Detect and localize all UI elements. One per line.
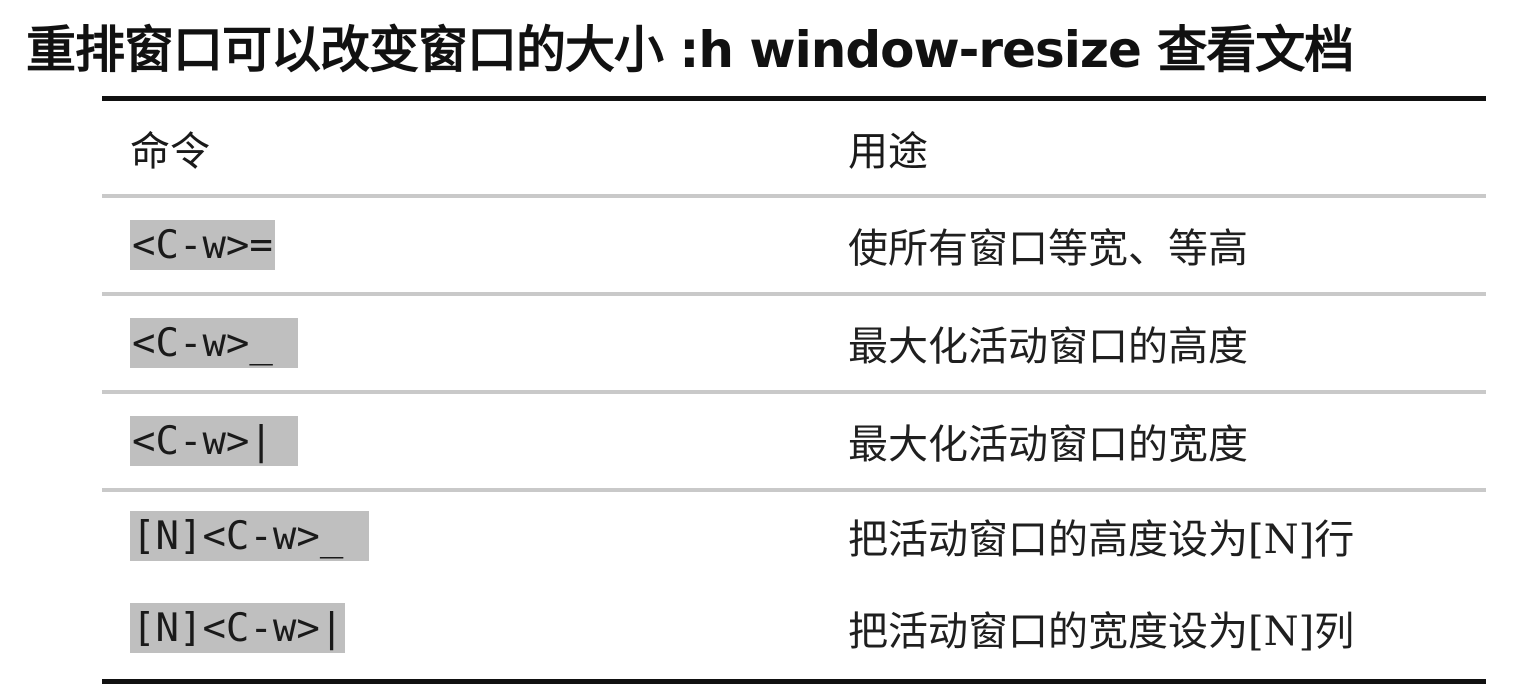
header-purpose-label: 用途 <box>848 128 928 175</box>
command-cell: <C-w>| <box>130 394 299 488</box>
command-code: [N]<C-w>| <box>130 603 346 653</box>
purpose-cell: 把活动窗口的宽度设为[N]列 <box>848 580 1354 676</box>
command-cell: <C-w>_ <box>130 296 299 390</box>
header-command-label: 命令 <box>130 128 210 175</box>
command-cell: [N]<C-w>_ <box>130 492 369 580</box>
purpose-cell: 最大化活动窗口的宽度 <box>848 394 1248 488</box>
command-code: <C-w>= <box>130 220 275 270</box>
command-cell: [N]<C-w>| <box>130 580 346 676</box>
command-code: <C-w>| <box>130 416 299 466</box>
window-resize-commands-table: 命令 用途 <C-w>= 使所有窗口等宽、等高 <C-w>_ 最大化活动窗口的高… <box>102 96 1486 686</box>
purpose-text: 使所有窗口等宽、等高 <box>848 226 1248 272</box>
command-code: [N]<C-w>_ <box>130 511 369 561</box>
purpose-text: 把活动窗口的宽度设为[N]列 <box>848 609 1355 655</box>
table-row: <C-w>= 使所有窗口等宽、等高 <box>102 198 1486 292</box>
purpose-text: 最大化活动窗口的高度 <box>848 324 1248 370</box>
command-code: <C-w>_ <box>130 318 299 368</box>
table-row: [N]<C-w>| 把活动窗口的宽度设为[N]列 <box>102 580 1486 676</box>
purpose-text: 最大化活动窗口的宽度 <box>848 422 1248 468</box>
command-cell: <C-w>= <box>130 198 275 292</box>
purpose-cell: 最大化活动窗口的高度 <box>848 296 1248 390</box>
page-title: 重排窗口可以改变窗口的大小 :h window-resize 查看文档 <box>26 21 1354 79</box>
table-header-row: 命令 用途 <box>102 101 1486 194</box>
purpose-cell: 把活动窗口的高度设为[N]行 <box>848 492 1354 580</box>
header-cell-command: 命令 <box>130 101 210 194</box>
purpose-cell: 使所有窗口等宽、等高 <box>848 198 1248 292</box>
header-cell-purpose: 用途 <box>848 101 928 194</box>
table-row: [N]<C-w>_ 把活动窗口的高度设为[N]行 <box>102 492 1486 580</box>
purpose-text: 把活动窗口的高度设为[N]行 <box>848 517 1355 563</box>
table-row: <C-w>| 最大化活动窗口的宽度 <box>102 394 1486 488</box>
table-row: <C-w>_ 最大化活动窗口的高度 <box>102 296 1486 390</box>
table-bottom-rule <box>102 679 1486 684</box>
